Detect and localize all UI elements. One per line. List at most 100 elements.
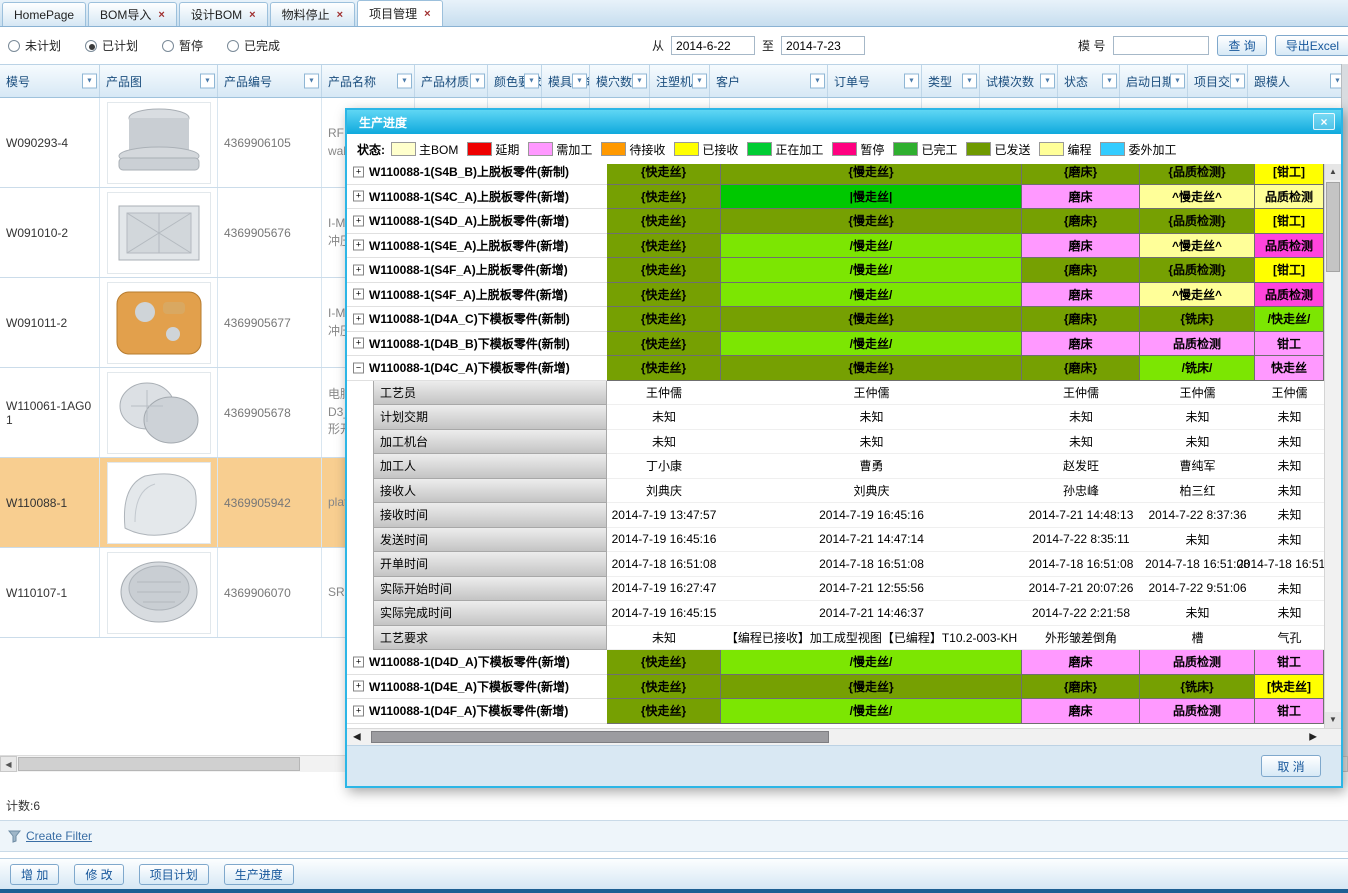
- modal-scroll-right-icon[interactable]: ▶: [1309, 732, 1317, 743]
- modal-tree-row[interactable]: +W110088-1(D4D_A)下模板零件(新增){快走丝}/慢走丝/磨床品质…: [347, 650, 1324, 675]
- modal-tree-row[interactable]: +W110088-1(D4E_A)下模板零件(新增){快走丝}{慢走丝}{磨床}…: [347, 675, 1324, 700]
- tab-HomePage[interactable]: HomePage: [2, 2, 86, 26]
- tree-row-label: +W110088-1(S4B_B)上脱板零件(新制): [347, 164, 607, 185]
- detail-value: 2014-7-18 16:51:08: [1022, 552, 1140, 577]
- vertical-scroll-thumb[interactable]: [1326, 182, 1340, 272]
- modal-tree-row[interactable]: −W110088-1(D4C_A)下模板零件(新增){快走丝}{慢走丝}{磨床}…: [347, 356, 1324, 381]
- scroll-up-icon[interactable]: ▲: [1325, 164, 1341, 180]
- tab-BOM导入[interactable]: BOM导入 ×: [88, 2, 177, 26]
- tab-close-icon[interactable]: ×: [424, 8, 430, 20]
- expand-icon[interactable]: +: [353, 166, 364, 177]
- modal-tree-row[interactable]: +W110088-1(D4A_C)下模板零件(新制){快走丝}{慢走丝}{磨床}…: [347, 307, 1324, 332]
- cancel-button[interactable]: 取 消: [1261, 755, 1321, 777]
- modal-tree-row[interactable]: +W110088-1(S4D_A)上脱板零件(新增){快走丝}{慢走丝}{磨床}…: [347, 209, 1324, 234]
- detail-indent: [347, 430, 373, 455]
- mold-no-input[interactable]: [1113, 36, 1209, 55]
- tree-row-text: W110088-1(D4E_A)下模板零件(新增): [369, 678, 569, 695]
- tab-项目管理[interactable]: 项目管理×: [357, 0, 442, 26]
- detail-row-label: 计划交期: [373, 405, 607, 430]
- modal-tree-row[interactable]: +W110088-1(S4C_A)上脱板零件(新增){快走丝}|慢走丝|磨床^慢…: [347, 185, 1324, 210]
- tab-close-icon[interactable]: ×: [249, 9, 255, 21]
- column-filter-button[interactable]: ▼: [1040, 74, 1055, 89]
- modal-tree-row[interactable]: +W110088-1(S4F_A)上脱板零件(新增){快走丝}/慢走丝/磨床^慢…: [347, 283, 1324, 308]
- date-from-input[interactable]: [671, 36, 755, 55]
- dialog-title-bar[interactable]: 生产进度 ×: [347, 110, 1341, 134]
- column-filter-button[interactable]: ▼: [524, 74, 539, 89]
- expand-icon[interactable]: +: [353, 240, 364, 251]
- production-progress-button[interactable]: 生产进度: [224, 864, 294, 885]
- column-filter-button[interactable]: ▼: [692, 74, 707, 89]
- modal-tree-row[interactable]: +W110088-1(S4B_B)上脱板零件(新制){快走丝}{慢走丝}{磨床}…: [347, 164, 1324, 185]
- process-cell: {快走丝}: [607, 699, 721, 724]
- modal-scroll-left-icon[interactable]: ◀: [353, 732, 361, 743]
- column-filter-button[interactable]: ▼: [200, 74, 215, 89]
- radio-已计划[interactable]: 已计划: [85, 37, 138, 54]
- project-plan-button[interactable]: 项目计划: [139, 864, 209, 885]
- legend-swatch: [528, 142, 553, 156]
- expand-icon[interactable]: +: [353, 705, 364, 716]
- create-filter-link[interactable]: Create Filter: [26, 829, 92, 843]
- column-filter-button[interactable]: ▼: [962, 74, 977, 89]
- tab-close-icon[interactable]: ×: [158, 9, 164, 21]
- legend-item: 需加工: [528, 141, 592, 158]
- legend-item: 已完工: [893, 141, 957, 158]
- tab-label: BOM导入: [100, 6, 151, 23]
- legend-swatch: [966, 142, 991, 156]
- tab-设计BOM[interactable]: 设计BOM×: [179, 2, 268, 26]
- process-cell: {品质检测}: [1140, 209, 1255, 234]
- tree-row-text: W110088-1(D4D_A)下模板零件(新增): [369, 653, 570, 670]
- collapse-icon[interactable]: −: [353, 362, 364, 373]
- add-button[interactable]: 增 加: [10, 864, 59, 885]
- modal-scroll-thumb[interactable]: [371, 731, 829, 743]
- column-filter-button[interactable]: ▼: [470, 74, 485, 89]
- column-filter-button[interactable]: ▼: [572, 74, 587, 89]
- detail-indent: [347, 552, 373, 577]
- expand-icon[interactable]: +: [353, 338, 364, 349]
- column-header-7: 模穴数▼: [590, 65, 650, 97]
- expand-icon[interactable]: +: [353, 215, 364, 226]
- column-filter-button[interactable]: ▼: [397, 74, 412, 89]
- legend-label: 编程: [1067, 141, 1091, 158]
- column-filter-button[interactable]: ▼: [1230, 74, 1245, 89]
- close-icon[interactable]: ×: [1313, 113, 1335, 130]
- scroll-down-icon[interactable]: ▼: [1325, 712, 1341, 728]
- column-filter-button[interactable]: ▼: [1102, 74, 1117, 89]
- detail-value: 2014-7-19 13:47:57: [607, 503, 721, 528]
- expand-icon[interactable]: +: [353, 264, 364, 275]
- radio-已完成[interactable]: 已完成: [227, 37, 280, 54]
- expand-icon[interactable]: +: [353, 656, 364, 667]
- modal-tree-row[interactable]: +W110088-1(D4F_A)下模板零件(新增){快走丝}/慢走丝/磨床品质…: [347, 699, 1324, 724]
- column-filter-button[interactable]: ▼: [82, 74, 97, 89]
- column-filter-button[interactable]: ▼: [632, 74, 647, 89]
- expand-icon[interactable]: +: [353, 289, 364, 300]
- main-scroll-thumb[interactable]: [18, 757, 300, 771]
- detail-value: 2014-7-19 16:45:16: [607, 528, 721, 553]
- modal-vertical-scrollbar[interactable]: ▲ ▼: [1324, 164, 1341, 728]
- tab-物料停止[interactable]: 物料停止×: [270, 2, 355, 26]
- column-filter-button[interactable]: ▼: [1170, 74, 1185, 89]
- modal-tree-row[interactable]: +W110088-1(S4E_A)上脱板零件(新增){快走丝}/慢走丝/磨床^慢…: [347, 234, 1324, 259]
- expand-icon[interactable]: +: [353, 681, 364, 692]
- tab-close-icon[interactable]: ×: [337, 9, 343, 21]
- detail-value: 未知: [721, 405, 1022, 430]
- tab-label: HomePage: [14, 8, 74, 22]
- radio-暂停[interactable]: 暂停: [162, 37, 203, 54]
- scroll-left-icon[interactable]: ◀: [0, 756, 17, 772]
- modal-horizontal-scrollbar[interactable]: ◀ ▶: [347, 728, 1341, 745]
- expand-icon[interactable]: +: [353, 313, 364, 324]
- expand-icon[interactable]: +: [353, 191, 364, 202]
- column-filter-button[interactable]: ▼: [304, 74, 319, 89]
- modal-tree-row[interactable]: +W110088-1(S4F_A)上脱板零件(新增){快走丝}/慢走丝/{磨床}…: [347, 258, 1324, 283]
- detail-value: 未知: [607, 626, 721, 651]
- date-to-input[interactable]: [781, 36, 865, 55]
- process-cell: {铣床}: [1140, 307, 1255, 332]
- modify-button[interactable]: 修 改: [74, 864, 123, 885]
- tree-row-label: +W110088-1(D4F_A)下模板零件(新增): [347, 699, 607, 724]
- export-excel-button[interactable]: 导出Excel: [1275, 35, 1348, 56]
- process-cell: 钳工: [1255, 332, 1324, 357]
- query-button[interactable]: 查 询: [1217, 35, 1266, 56]
- radio-未计划[interactable]: 未计划: [8, 37, 61, 54]
- modal-tree-row[interactable]: +W110088-1(D4B_B)下模板零件(新制){快走丝}/慢走丝/磨床品质…: [347, 332, 1324, 357]
- column-filter-button[interactable]: ▼: [810, 74, 825, 89]
- column-filter-button[interactable]: ▼: [904, 74, 919, 89]
